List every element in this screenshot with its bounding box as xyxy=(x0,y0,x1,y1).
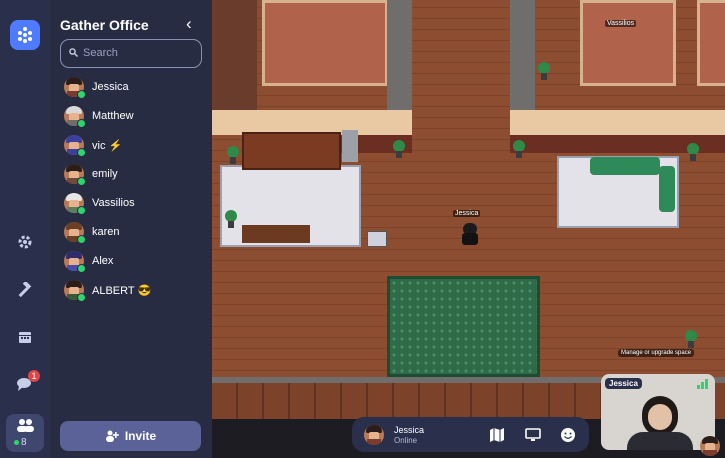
video-person-face xyxy=(648,404,672,430)
map-icon[interactable] xyxy=(488,426,506,444)
online-status-icon xyxy=(77,235,86,244)
green-sofa-side xyxy=(659,166,675,212)
green-sofa xyxy=(590,157,660,175)
app-rail: 1 8 xyxy=(0,0,50,458)
online-status-icon xyxy=(77,148,86,157)
potted-plant xyxy=(684,330,698,348)
online-dot-icon xyxy=(14,440,19,445)
sign-board xyxy=(367,231,387,247)
self-status[interactable]: Online xyxy=(394,436,417,445)
video-avatar-thumbnail xyxy=(700,436,720,456)
office-room-edge xyxy=(697,0,725,86)
self-name: Jessica xyxy=(394,425,425,435)
calendar-icon[interactable] xyxy=(13,325,37,349)
potted-plant xyxy=(686,143,700,161)
online-status-icon xyxy=(77,293,86,302)
online-status-icon xyxy=(77,177,86,186)
potted-plant xyxy=(392,140,406,158)
corridor-wall xyxy=(387,0,412,110)
member-name: emily xyxy=(92,168,118,180)
space-title: Gather Office xyxy=(60,17,149,33)
search-icon xyxy=(69,48,78,57)
invite-label: Invite xyxy=(124,429,157,443)
online-status-icon xyxy=(77,90,86,99)
member-item[interactable]: karen xyxy=(64,222,204,244)
bottom-control-bar: Jessica Online xyxy=(352,417,589,452)
wall-segment xyxy=(212,0,257,110)
invite-button[interactable]: Invite xyxy=(60,421,201,451)
participants-count: 8 xyxy=(21,437,27,448)
member-name: ALBERT 😎 xyxy=(92,285,152,297)
remote-player-label: Vassilios xyxy=(605,20,637,27)
wall-ledge xyxy=(510,110,725,135)
potted-plant xyxy=(512,140,526,158)
video-name-tag: Jessica xyxy=(605,378,642,389)
online-status-icon xyxy=(77,264,86,273)
gather-logo-icon[interactable] xyxy=(10,20,40,50)
online-status-icon xyxy=(77,119,86,128)
fridge xyxy=(342,130,358,162)
member-name: Jessica xyxy=(92,81,129,93)
green-carpet xyxy=(387,276,540,377)
emoji-reaction-icon[interactable] xyxy=(559,426,577,444)
member-item[interactable]: Matthew xyxy=(64,106,204,128)
member-name: vic ⚡ xyxy=(92,140,123,152)
office-room-right xyxy=(580,0,676,86)
members-panel: Gather Office ‹ Search Jessica Matthew v… xyxy=(50,0,212,458)
member-item[interactable]: ALBERT 😎 xyxy=(64,280,204,302)
settings-gear-icon[interactable] xyxy=(13,230,37,254)
chat-notification-badge: 1 xyxy=(28,370,40,382)
signal-strength-icon xyxy=(697,379,708,389)
member-name: Vassilios xyxy=(92,197,135,209)
member-item[interactable]: Alex xyxy=(64,251,204,273)
corridor-wall xyxy=(510,0,535,110)
office-room-left xyxy=(262,0,388,86)
player-avatar[interactable] xyxy=(460,223,480,245)
potted-plant xyxy=(537,62,551,80)
potted-plant xyxy=(224,210,238,228)
build-hammer-icon[interactable] xyxy=(13,278,37,302)
add-person-icon xyxy=(105,430,119,442)
screen-share-icon[interactable] xyxy=(524,426,542,444)
self-avatar[interactable] xyxy=(364,425,384,445)
member-name: Alex xyxy=(92,255,114,267)
potted-plant xyxy=(226,146,240,164)
video-tile[interactable]: Jessica xyxy=(601,374,715,450)
member-item[interactable]: emily xyxy=(64,164,204,186)
video-person-body xyxy=(627,432,693,450)
member-item[interactable]: Jessica xyxy=(64,77,204,99)
member-name: karen xyxy=(92,226,120,238)
search-input[interactable]: Search xyxy=(60,39,202,68)
member-name: Matthew xyxy=(92,110,134,122)
player-label: Jessica xyxy=(453,210,481,217)
manage-space-hint[interactable]: Manage or upgrade space xyxy=(618,349,695,357)
member-item[interactable]: vic ⚡ xyxy=(64,135,204,157)
search-placeholder: Search xyxy=(83,47,118,59)
bookshelf xyxy=(242,132,341,170)
collapse-chevron-icon[interactable]: ‹ xyxy=(186,14,192,34)
desk xyxy=(242,225,310,243)
online-status-icon xyxy=(77,206,86,215)
member-item[interactable]: Vassilios xyxy=(64,193,204,215)
